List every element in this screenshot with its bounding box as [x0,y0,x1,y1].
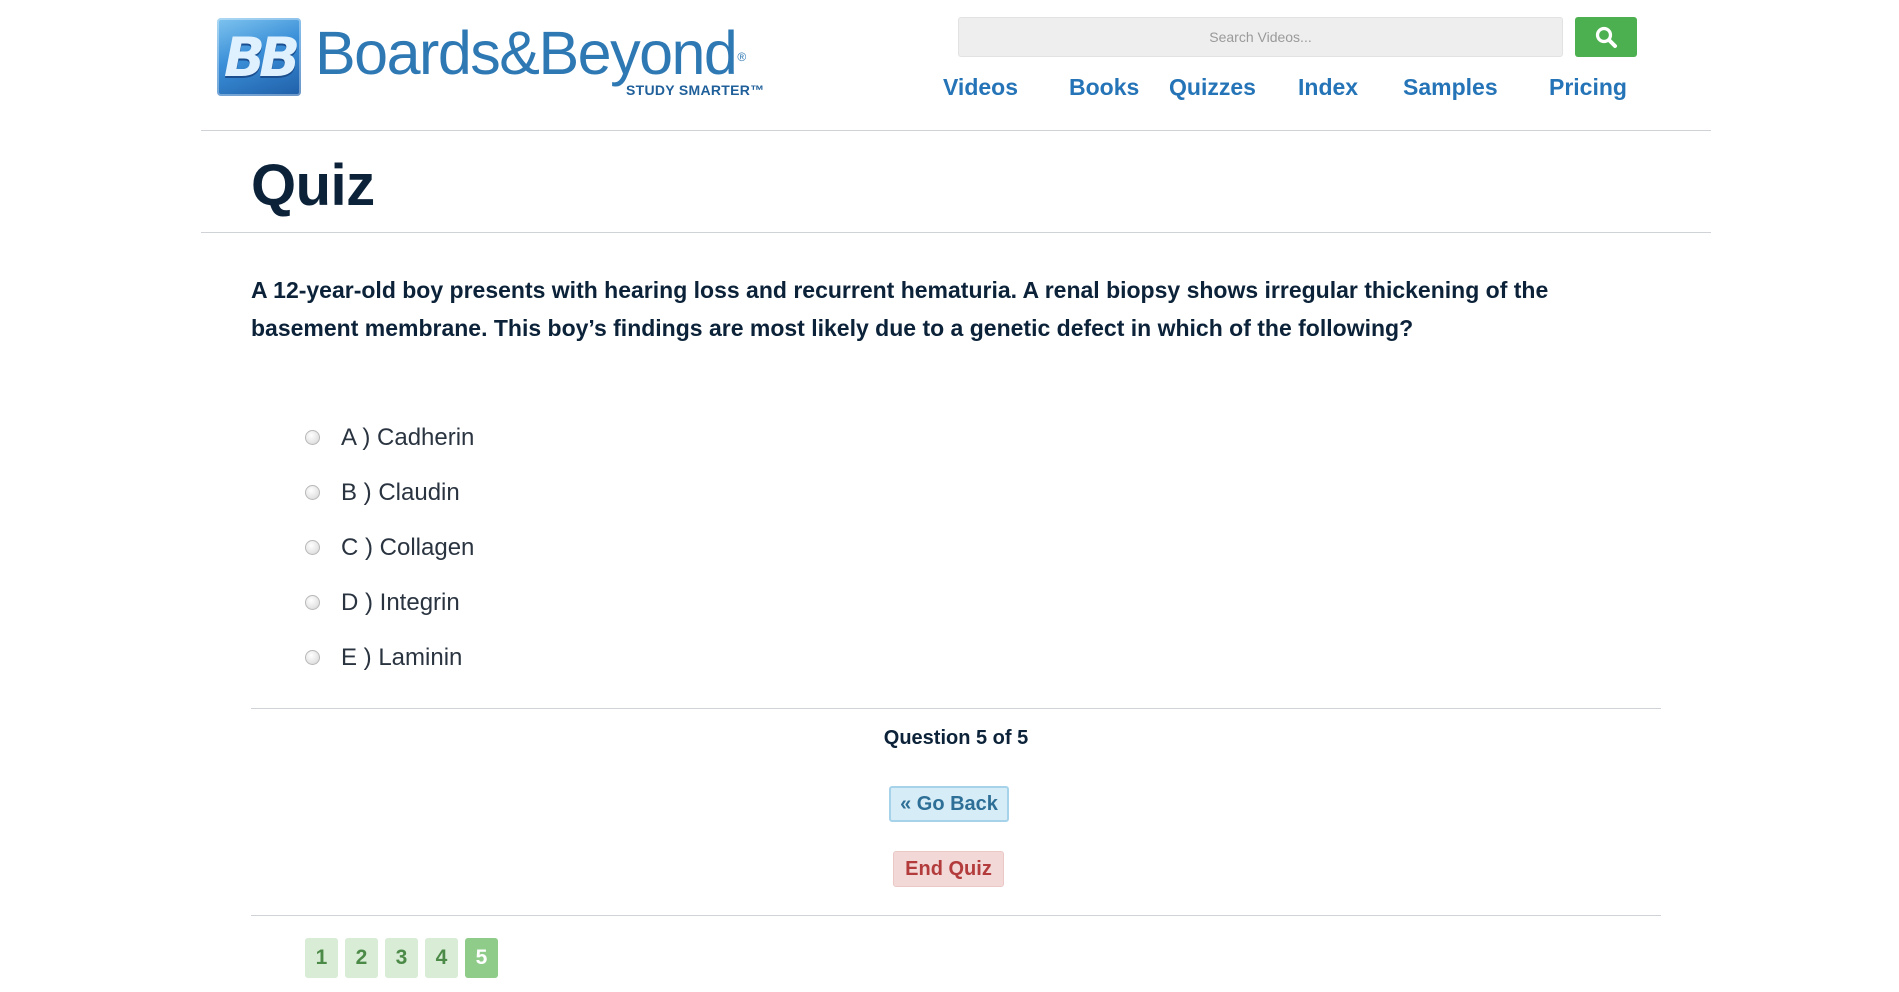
option-c[interactable]: C ) Collagen [305,520,474,575]
option-b-label: B ) Claudin [341,478,460,506]
page-container: BB Boards&Beyond® STUDY SMARTER™ Search … [201,0,1711,992]
option-e[interactable]: E ) Laminin [305,630,474,685]
page-button-4[interactable]: 4 [425,938,458,978]
magnifier-icon [1595,26,1617,48]
end-quiz-button[interactable]: End Quiz [893,851,1004,887]
option-a-radio[interactable] [305,430,320,445]
page-button-5-current[interactable]: 5 [465,938,498,978]
page-button-2[interactable]: 2 [345,938,378,978]
option-d[interactable]: D ) Integrin [305,575,474,630]
option-e-label: E ) Laminin [341,643,463,671]
logo-wordmark-text: Boards&Beyond [315,19,738,87]
answer-options: A ) Cadherin B ) Claudin C ) Collagen D … [305,410,474,685]
options-divider [251,708,1661,709]
boards-and-beyond-logo[interactable]: BB Boards&Beyond® STUDY SMARTER™ [217,16,764,100]
option-c-label: C ) Collagen [341,533,475,561]
question-pager: 1 2 3 4 5 [305,938,505,978]
search-input[interactable]: Search Videos... [958,17,1563,57]
option-b[interactable]: B ) Claudin [305,465,474,520]
page-button-3[interactable]: 3 [385,938,418,978]
logo-wordmark: Boards&Beyond® [315,18,746,88]
logo-registered-mark: ® [737,50,746,64]
page-button-1[interactable]: 1 [305,938,338,978]
option-a[interactable]: A ) Cadherin [305,410,474,465]
header-divider [201,130,1711,131]
option-b-radio[interactable] [305,485,320,500]
nav-index[interactable]: Index [1298,74,1358,101]
page-title: Quiz [251,153,375,218]
actions-divider [251,915,1661,916]
option-d-radio[interactable] [305,595,320,610]
bb-logo-letters: BB [223,26,300,89]
nav-quizzes[interactable]: Quizzes [1169,74,1256,101]
option-d-label: D ) Integrin [341,588,460,616]
question-progress: Question 5 of 5 [883,727,1029,749]
go-back-button[interactable]: « Go Back [889,786,1009,822]
option-c-radio[interactable] [305,540,320,555]
nav-pricing[interactable]: Pricing [1549,74,1627,101]
search-button[interactable] [1575,17,1637,57]
title-divider [201,232,1711,233]
question-text: A 12-year-old boy presents with hearing … [251,277,1549,341]
nav-videos[interactable]: Videos [943,74,1018,101]
option-a-label: A ) Cadherin [341,423,475,451]
bb-logo-mark: BB [217,18,301,96]
nav-books[interactable]: Books [1069,74,1139,101]
option-e-radio[interactable] [305,650,320,665]
nav-samples[interactable]: Samples [1403,74,1498,101]
logo-tagline: STUDY SMARTER™ [626,82,765,98]
